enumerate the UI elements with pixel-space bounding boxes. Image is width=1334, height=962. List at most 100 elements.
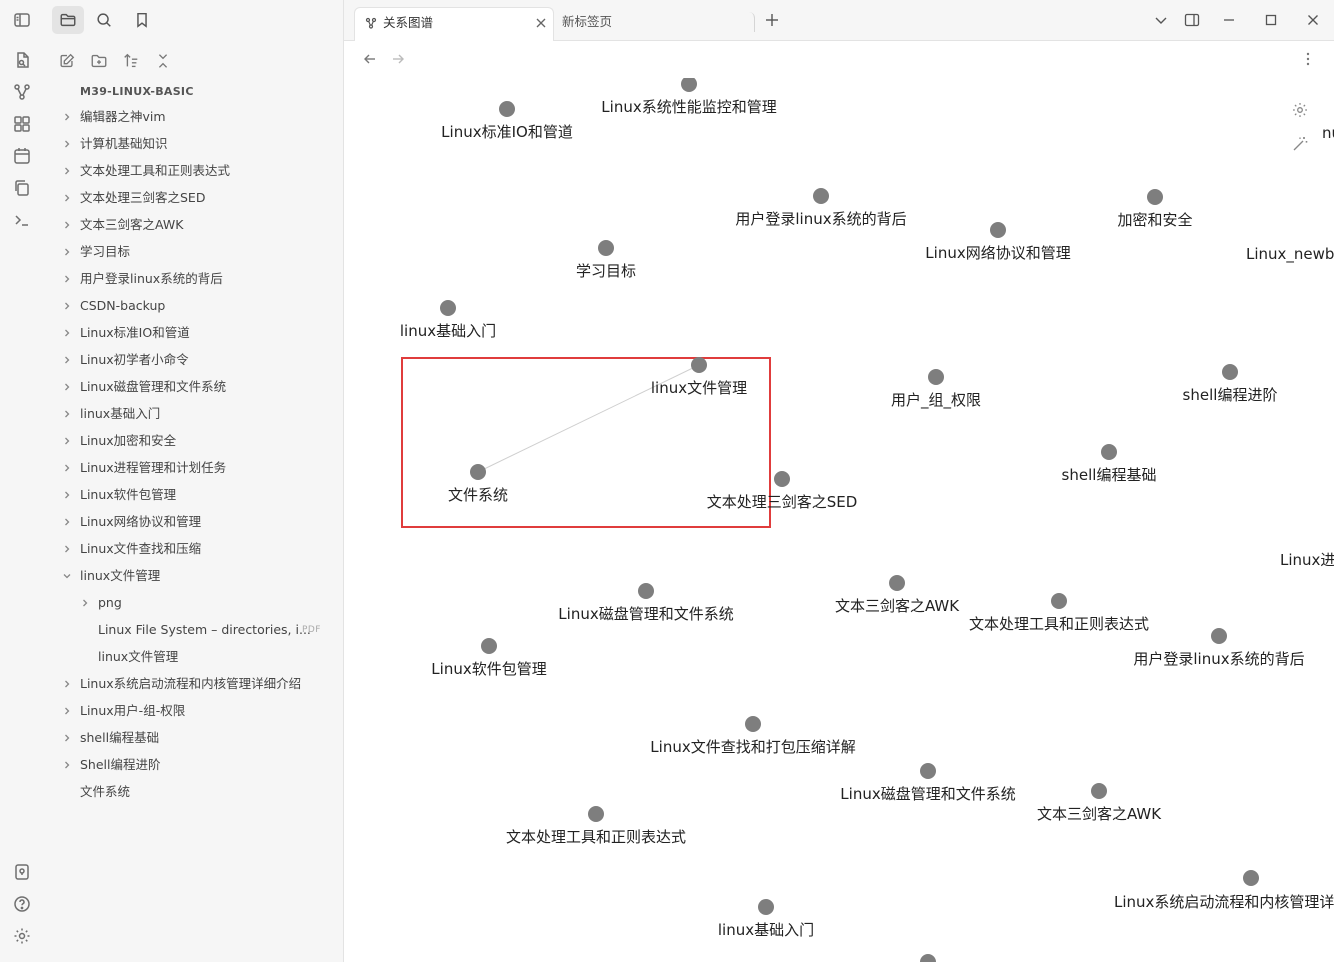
graph-node-label[interactable]: shell编程基础 (1062, 464, 1157, 485)
graph-node-label[interactable]: linux基础入门 (400, 320, 496, 341)
canvas-icon[interactable] (12, 114, 32, 134)
tree-folder-item[interactable]: Linux初学者小命令 (62, 348, 335, 372)
tree-folder-item[interactable]: 文本三剑客之AWK (62, 213, 335, 237)
graph-node-label[interactable]: 用户登录linux系统的背后 (1133, 648, 1304, 669)
graph-node[interactable] (598, 240, 614, 256)
vault-name[interactable]: M39-LINUX-BASIC (80, 85, 194, 98)
open-quick-switcher-icon[interactable] (12, 50, 32, 70)
graph-node-label[interactable]: linux文件管理 (651, 377, 747, 398)
graph-node-label[interactable]: 文本三剑客之AWK (835, 595, 959, 616)
chevron-right-icon[interactable] (62, 166, 72, 176)
graph-node[interactable] (928, 369, 944, 385)
chevron-right-icon[interactable] (62, 112, 72, 122)
close-icon[interactable] (535, 17, 547, 29)
close-window-icon[interactable] (1305, 12, 1321, 28)
graph-node[interactable] (920, 763, 936, 779)
tree-folder-item[interactable]: Linux网络协议和管理 (62, 510, 335, 534)
sidebar-toggle-icon[interactable] (12, 10, 32, 30)
graph-node[interactable] (638, 583, 654, 599)
tab-graph[interactable]: 关系图谱 (354, 7, 554, 41)
graph-node-label[interactable]: linux基础入门 (718, 919, 814, 940)
chevron-right-icon[interactable] (62, 220, 72, 230)
graph-node-label[interactable]: 文件系统 (448, 484, 508, 505)
chevron-right-icon[interactable] (62, 733, 72, 743)
animate-wand-icon[interactable] (1291, 135, 1309, 153)
tree-folder-item[interactable]: linux文件管理 (62, 564, 335, 588)
back-arrow-icon[interactable] (362, 51, 378, 67)
tree-folder-item[interactable]: Linux进程管理和计划任务 (62, 456, 335, 480)
graph-node-label[interactable]: Linux软件包管理 (431, 658, 546, 679)
search-icon[interactable] (88, 6, 120, 34)
minimize-icon[interactable] (1221, 12, 1237, 28)
tree-folder-item[interactable]: 学习目标 (62, 240, 335, 264)
chevron-right-icon[interactable] (62, 139, 72, 149)
chevron-right-icon[interactable] (62, 517, 72, 527)
graph-node-label[interactable]: 文本处理工具和正则表达式 (969, 613, 1149, 634)
graph-node-label[interactable]: Linux系统启动流程和内核管理详 (1114, 891, 1334, 912)
tree-file-item[interactable]: 文件系统 (62, 780, 335, 804)
tree-folder-item[interactable]: Linux用户-组-权限 (62, 699, 335, 723)
chevron-right-icon[interactable] (62, 544, 72, 554)
tree-folder-item[interactable]: Shell编程进阶 (62, 753, 335, 777)
graph-node-label[interactable]: Linux文件查找和打包压缩详解 (650, 736, 855, 757)
graph-node-label[interactable]: Linux标准IO和管道 (441, 121, 573, 142)
tree-folder-item[interactable]: CSDN-backup (62, 294, 335, 318)
tree-folder-item[interactable]: Linux软件包管理 (62, 483, 335, 507)
chevron-right-icon[interactable] (62, 436, 72, 446)
graph-settings-icon[interactable] (1291, 101, 1309, 119)
graph-node-label[interactable]: nu (1322, 124, 1334, 142)
graph-node-label[interactable]: Linux磁盘管理和文件系统 (840, 783, 1015, 804)
tree-folder-item[interactable]: 计算机基础知识 (62, 132, 335, 156)
tree-folder-item[interactable]: Linux标准IO和管道 (62, 321, 335, 345)
tree-folder-item[interactable]: 编辑器之神vim (62, 105, 335, 129)
toggle-right-sidebar-icon[interactable] (1184, 12, 1200, 28)
graph-node[interactable] (1211, 628, 1227, 644)
graph-node[interactable] (691, 357, 707, 373)
graph-node-label[interactable]: Linux进 (1280, 549, 1334, 570)
tree-file-item[interactable]: linux文件管理 (80, 645, 335, 669)
file-explorer-icon[interactable] (52, 6, 84, 34)
graph-node-label[interactable]: 学习目标 (576, 260, 636, 281)
tree-folder-item[interactable]: shell编程基础 (62, 726, 335, 750)
chevron-right-icon[interactable] (62, 490, 72, 500)
graph-node[interactable] (1101, 444, 1117, 460)
chevron-right-icon[interactable] (62, 301, 72, 311)
chevron-right-icon[interactable] (62, 706, 72, 716)
new-tab-icon[interactable] (764, 12, 780, 28)
graph-node[interactable] (588, 806, 604, 822)
graph-node-label[interactable]: 用户登录linux系统的背后 (735, 208, 906, 229)
graph-node[interactable] (1051, 593, 1067, 609)
graph-node-label[interactable]: 加密和安全 (1117, 209, 1192, 230)
graph-node-label[interactable]: 文本处理工具和正则表达式 (506, 826, 686, 847)
graph-node-label[interactable]: Linux磁盘管理和文件系统 (558, 603, 733, 624)
graph-node[interactable] (774, 471, 790, 487)
forward-arrow-icon[interactable] (390, 51, 406, 67)
graph-node[interactable] (1243, 870, 1259, 886)
sort-icon[interactable] (120, 50, 142, 72)
graph-node[interactable] (745, 716, 761, 732)
graph-node[interactable] (470, 464, 486, 480)
graph-node[interactable] (481, 638, 497, 654)
chevron-right-icon[interactable] (62, 193, 72, 203)
graph-node-label[interactable]: Linux_newbe (1246, 245, 1334, 263)
graph-node[interactable] (1091, 783, 1107, 799)
tree-folder-item[interactable]: png (80, 591, 335, 615)
collapse-all-icon[interactable] (152, 50, 174, 72)
tab-list-icon[interactable] (1153, 12, 1169, 28)
tree-file-item[interactable]: Linux File System – directories, i... PDF (80, 618, 335, 642)
templates-icon[interactable] (12, 178, 32, 198)
tree-folder-item[interactable]: 文本处理工具和正则表达式 (62, 159, 335, 183)
graph-node[interactable] (1222, 364, 1238, 380)
graph-node-label[interactable]: Linux系统性能监控和管理 (601, 96, 776, 117)
tree-folder-item[interactable]: Linux加密和安全 (62, 429, 335, 453)
chevron-right-icon[interactable] (62, 247, 72, 257)
chevron-right-icon[interactable] (62, 679, 72, 689)
new-note-icon[interactable] (56, 50, 78, 72)
chevron-right-icon[interactable] (80, 598, 90, 608)
graph-node[interactable] (889, 575, 905, 591)
daily-note-icon[interactable] (12, 146, 32, 166)
chevron-right-icon[interactable] (62, 382, 72, 392)
tree-folder-item[interactable]: Linux磁盘管理和文件系统 (62, 375, 335, 399)
graph-node[interactable] (1147, 189, 1163, 205)
new-folder-icon[interactable] (88, 50, 110, 72)
